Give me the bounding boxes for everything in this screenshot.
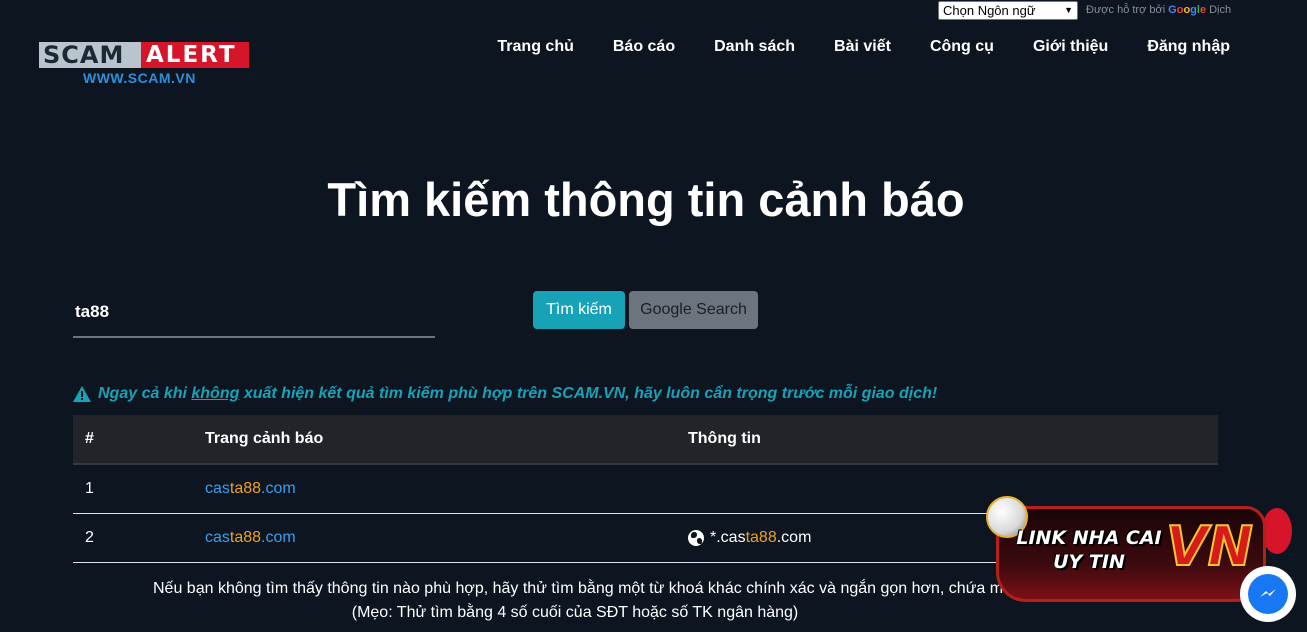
nav-report[interactable]: Báo cáo (613, 38, 675, 56)
site-logo[interactable]: SCAM ALERT WWW.SCAM.VN (39, 42, 249, 86)
powered-by-text: Được hỗ trợ bởi (1086, 4, 1166, 16)
search-box (73, 287, 435, 338)
header-number: # (85, 430, 94, 447)
main-nav: Trang chủ Báo cáo Danh sách Bài viết Côn… (497, 38, 1230, 56)
search-button[interactable]: Tìm kiếm (533, 291, 625, 329)
tip-line-1: Nếu bạn không tìm thấy thông tin nào phù… (153, 580, 1037, 597)
warning-link[interactable]: casta88.com (205, 529, 296, 546)
ad-banner[interactable]: LINK NHA CAI UY TIN VN (986, 492, 1276, 612)
nav-login[interactable]: Đăng nhập (1147, 38, 1230, 56)
warning-message: Ngay cả khi không xuất hiện kết quả tìm … (73, 385, 937, 403)
translate-bar: Chọn Ngôn ngữ ▼ Được hỗ trợ bởi Google D… (938, 0, 1231, 20)
warning-text: Ngay cả khi không xuất hiện kết quả tìm … (98, 385, 938, 402)
search-tip: Nếu bạn không tìm thấy thông tin nào phù… (0, 577, 1037, 625)
powered-by-google: Được hỗ trợ bởi Google Dịch (1086, 4, 1231, 16)
translate-link[interactable]: Dịch (1209, 4, 1231, 16)
page-title: Tìm kiếm thông tin cảnh báo (327, 173, 965, 226)
language-select[interactable]: Chọn Ngôn ngữ ▼ (938, 0, 1078, 20)
logo-url-text: WWW.SCAM.VN (83, 70, 196, 86)
chevron-down-icon: ▼ (1064, 5, 1073, 15)
tip-line-2: (Mẹo: Thử tìm bằng 4 số cuối của SĐT hoặ… (351, 604, 799, 621)
logo-alert-text: ALERT (141, 42, 249, 68)
google-logo[interactable]: Google (1168, 4, 1206, 16)
messenger-icon[interactable] (1240, 566, 1296, 622)
info-domain: *.casta88.com (710, 529, 812, 546)
google-search-button[interactable]: Google Search (629, 291, 758, 329)
nav-articles[interactable]: Bài viết (834, 38, 891, 56)
nav-tools[interactable]: Công cụ (930, 38, 994, 56)
search-input[interactable] (73, 287, 435, 336)
header-warning-page: Trang cảnh báo (205, 430, 324, 447)
warning-icon (73, 386, 91, 402)
warning-link[interactable]: casta88.com (205, 480, 296, 497)
table-header: # Trang cảnh báo Thông tin (73, 415, 1218, 465)
nav-home[interactable]: Trang chủ (497, 38, 573, 56)
header-info: Thông tin (688, 430, 761, 447)
ad-text: LINK NHA CAI UY TIN (1016, 527, 1162, 573)
row-number: 1 (85, 480, 94, 497)
language-select-label: Chọn Ngôn ngữ (943, 2, 1036, 18)
nav-list[interactable]: Danh sách (714, 38, 795, 56)
logo-scam-text: SCAM (39, 42, 141, 68)
globe-icon (688, 530, 704, 546)
nav-about[interactable]: Giới thiệu (1033, 38, 1108, 56)
ad-vn-text: VN (1165, 515, 1254, 578)
row-number: 2 (85, 529, 94, 546)
